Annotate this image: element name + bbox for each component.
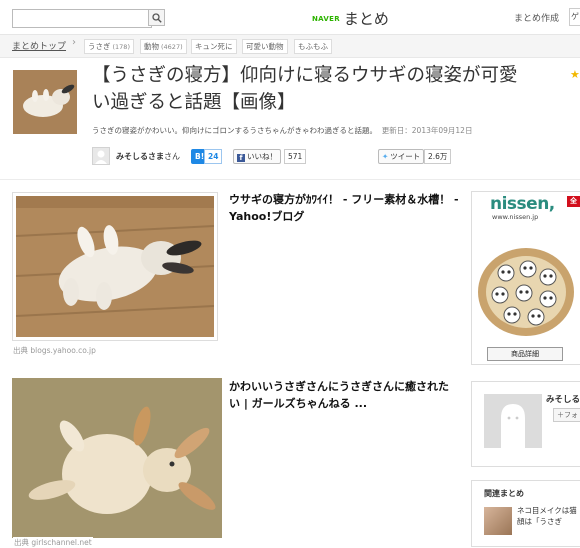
item-photo-2[interactable] bbox=[12, 378, 222, 538]
author-link[interactable]: みそしるさまさん bbox=[116, 151, 180, 162]
follow-button[interactable]: ＋フォ bbox=[553, 408, 580, 422]
facebook-icon: f bbox=[237, 154, 245, 162]
tag-count: (4627) bbox=[161, 43, 183, 51]
ad-panda-cookies-image bbox=[478, 248, 574, 336]
nissen-logo: nissen, bbox=[490, 194, 555, 214]
ad-url: www.nissen.jp bbox=[492, 213, 539, 221]
twitter-icon: ✦ bbox=[382, 152, 389, 161]
facebook-count: 571 bbox=[284, 149, 307, 164]
related-item-link[interactable]: ネコ目メイクは猫顔は「うさぎ bbox=[517, 506, 580, 527]
tag-label: 可愛い動物 bbox=[246, 42, 284, 51]
related-title: 関連まとめ bbox=[484, 489, 524, 498]
search-icon bbox=[151, 12, 162, 23]
item-source-2[interactable]: 出典 girlschannel.net bbox=[13, 537, 93, 548]
naver-matome-logo[interactable]: NAVER まとめ bbox=[312, 8, 389, 29]
item-source-1[interactable]: 出典 blogs.yahoo.co.jp bbox=[13, 345, 96, 356]
author-name: みそしるさま bbox=[116, 152, 164, 161]
article-title: 【うさぎの寝方】仰向けに寝るウサギの寝姿が可愛い過ぎると話題【画像】 bbox=[92, 65, 518, 113]
description-text: うさぎの寝姿がかわいい。仰向けにゴロンするうさちゃんがきゃわわ過ぎると話題。 bbox=[92, 126, 377, 135]
hatena-count: 24 bbox=[204, 149, 223, 164]
rabbit-belly-photo bbox=[12, 378, 222, 538]
section-divider bbox=[0, 179, 580, 180]
updated-date: 更新日：2013年09月12日 bbox=[381, 126, 473, 135]
tag-label: もふもふ bbox=[298, 42, 328, 51]
default-avatar-icon bbox=[95, 150, 107, 164]
ad-detail-button[interactable]: 商品詳細 bbox=[487, 347, 563, 361]
profile-name[interactable]: みそしる bbox=[546, 393, 580, 405]
default-avatar-icon bbox=[484, 394, 542, 448]
logo-text: まとめ bbox=[343, 10, 389, 28]
rabbit-sleeping-photo bbox=[15, 196, 215, 337]
author-suffix: さん bbox=[164, 152, 180, 161]
article-thumbnail bbox=[13, 70, 77, 134]
related-thumbnail[interactable] bbox=[484, 507, 512, 535]
author-avatar-large[interactable] bbox=[484, 394, 542, 448]
author-avatar[interactable] bbox=[92, 147, 110, 165]
tag-label: うさぎ bbox=[88, 42, 111, 51]
tag-count: (178) bbox=[112, 43, 130, 51]
search-button[interactable] bbox=[148, 9, 165, 26]
create-matome-link[interactable]: まとめ作成 bbox=[514, 11, 559, 24]
item-title-1[interactable]: ウサギの寝方がｶﾜｲｲ！ - フリー素材＆水槽！ - Yahoo!ブログ bbox=[229, 191, 459, 225]
logo-brand: NAVER bbox=[312, 14, 340, 23]
tweet-count: 2.6万 bbox=[424, 149, 452, 164]
favorite-star-icon[interactable]: ★ bbox=[570, 68, 580, 81]
rabbit-thumbnail-image bbox=[13, 70, 77, 134]
article-description: うさぎの寝姿がかわいい。仰向けにゴロンするうさちゃんがきゃわわ過ぎると話題。 更… bbox=[92, 125, 552, 136]
tweet-label: ツイート bbox=[390, 152, 421, 161]
search-input[interactable] bbox=[12, 9, 152, 28]
tag-mofumofu[interactable]: もふもふ bbox=[294, 39, 332, 54]
user-menu[interactable]: ゲ bbox=[569, 8, 580, 26]
ad-badge: 全 bbox=[567, 196, 580, 207]
tag-label: キュン死に bbox=[195, 42, 233, 51]
tag-kyunshini[interactable]: キュン死に bbox=[191, 39, 237, 54]
tag-kawaii-doubutsu[interactable]: 可愛い動物 bbox=[242, 39, 288, 54]
breadcrumb-separator: › bbox=[72, 37, 76, 48]
tag-doubutsu[interactable]: 動物 (4627) bbox=[140, 39, 187, 54]
breadcrumb-home[interactable]: まとめトップ bbox=[12, 39, 66, 52]
facebook-like-button[interactable]: f いいね！ bbox=[233, 149, 281, 164]
facebook-like-label: いいね！ bbox=[247, 152, 277, 161]
tag-usagi[interactable]: うさぎ (178) bbox=[84, 39, 134, 54]
item-photo-1[interactable] bbox=[12, 192, 218, 341]
tweet-button[interactable]: ✦ ツイート bbox=[378, 149, 425, 164]
tag-label: 動物 bbox=[144, 42, 159, 51]
item-title-2[interactable]: かわいいうさぎさんにうさぎさんに癒されたい | ガールズちゃんねる ... bbox=[229, 378, 459, 412]
